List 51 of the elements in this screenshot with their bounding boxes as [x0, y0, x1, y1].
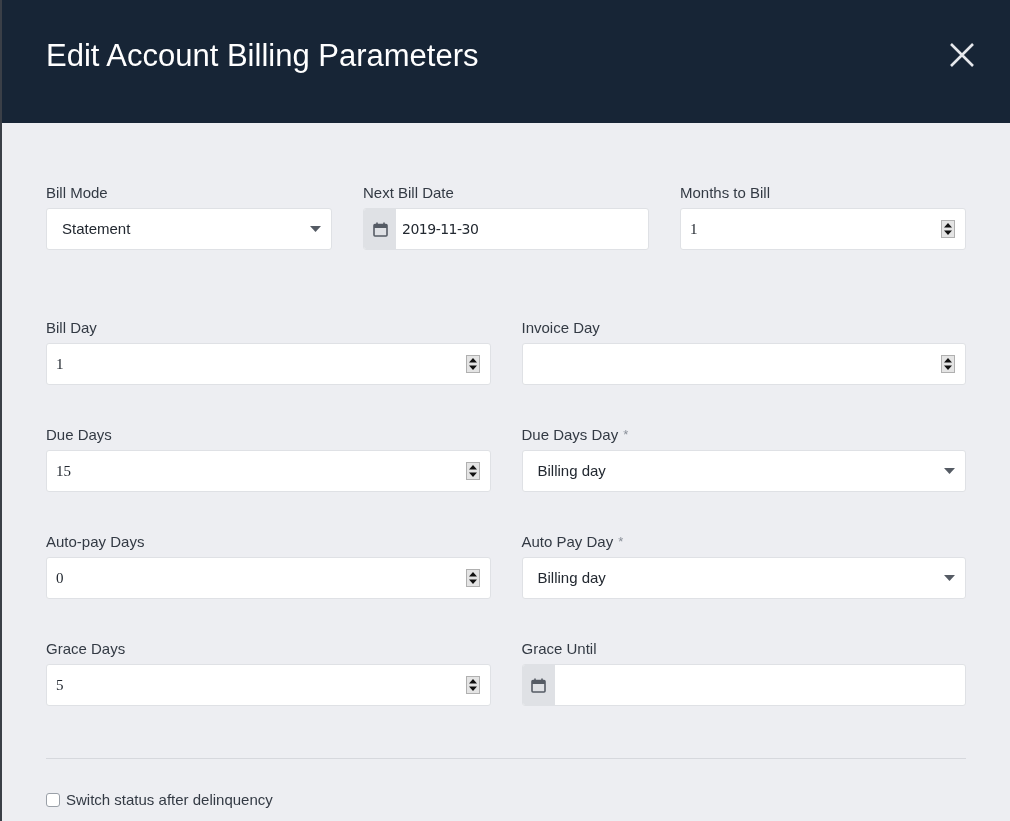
spinner-icon[interactable]: [941, 355, 955, 373]
close-icon: [949, 41, 975, 68]
calendar-button[interactable]: [522, 665, 555, 705]
spinner-icon[interactable]: [465, 676, 480, 694]
dropdown-caret-icon: [944, 575, 955, 581]
calendar-icon: [531, 677, 546, 693]
field-label: Months to Bill: [680, 182, 771, 203]
close-button[interactable]: [948, 40, 976, 69]
field-label: Next Bill Date: [363, 182, 454, 203]
date-field[interactable]: [521, 664, 966, 706]
number-field[interactable]: 15: [46, 450, 491, 492]
number-value: 1: [690, 219, 698, 239]
checkbox[interactable]: [46, 793, 60, 808]
date-field[interactable]: 2019-11-30: [363, 208, 649, 250]
dropdown-value: Statement: [62, 218, 131, 239]
spinner-icon[interactable]: [465, 569, 480, 587]
field-label: Bill Mode: [46, 182, 108, 203]
spinner-icon[interactable]: [941, 220, 955, 238]
required-mark: *: [618, 533, 624, 552]
field-label: Grace Until: [521, 638, 597, 659]
dropdown-field[interactable]: Statement: [46, 208, 332, 250]
number-field[interactable]: 5: [46, 664, 491, 706]
dropdown-field[interactable]: Billing day: [521, 450, 966, 492]
spinner-icon[interactable]: [465, 462, 480, 480]
dropdown-caret-icon: [310, 226, 321, 232]
field-label: Bill Day: [46, 317, 97, 338]
number-value: 0: [56, 568, 64, 588]
field-label: Grace Days: [46, 638, 126, 659]
calendar-button[interactable]: [364, 209, 396, 249]
number-field[interactable]: 0: [46, 557, 491, 599]
dropdown-value: Billing day: [537, 460, 606, 481]
date-value: 2019-11-30: [402, 219, 479, 239]
number-value: 1: [56, 354, 64, 374]
dropdown-caret-icon: [944, 468, 955, 474]
field-label: Due Days: [46, 424, 112, 445]
field-label: Auto Pay Day: [521, 531, 614, 552]
number-value: 15: [56, 461, 71, 481]
field-label: Auto-pay Days: [46, 531, 145, 552]
calendar-icon: [372, 221, 388, 237]
field-label: Due Days Day: [521, 424, 619, 445]
number-field[interactable]: [521, 343, 966, 385]
number-value: 5: [56, 675, 64, 695]
checkbox-label: Switch status after delinquency: [66, 790, 273, 810]
number-field[interactable]: 1: [46, 343, 491, 385]
spinner-icon[interactable]: [465, 355, 480, 373]
dialog-title: Edit Account Billing Parameters: [46, 40, 479, 75]
required-mark: *: [623, 426, 629, 445]
field-label: Invoice Day: [521, 317, 600, 338]
dropdown-field[interactable]: Billing day: [521, 557, 966, 599]
dropdown-value: Billing day: [537, 567, 606, 588]
number-field[interactable]: 1: [680, 208, 966, 250]
